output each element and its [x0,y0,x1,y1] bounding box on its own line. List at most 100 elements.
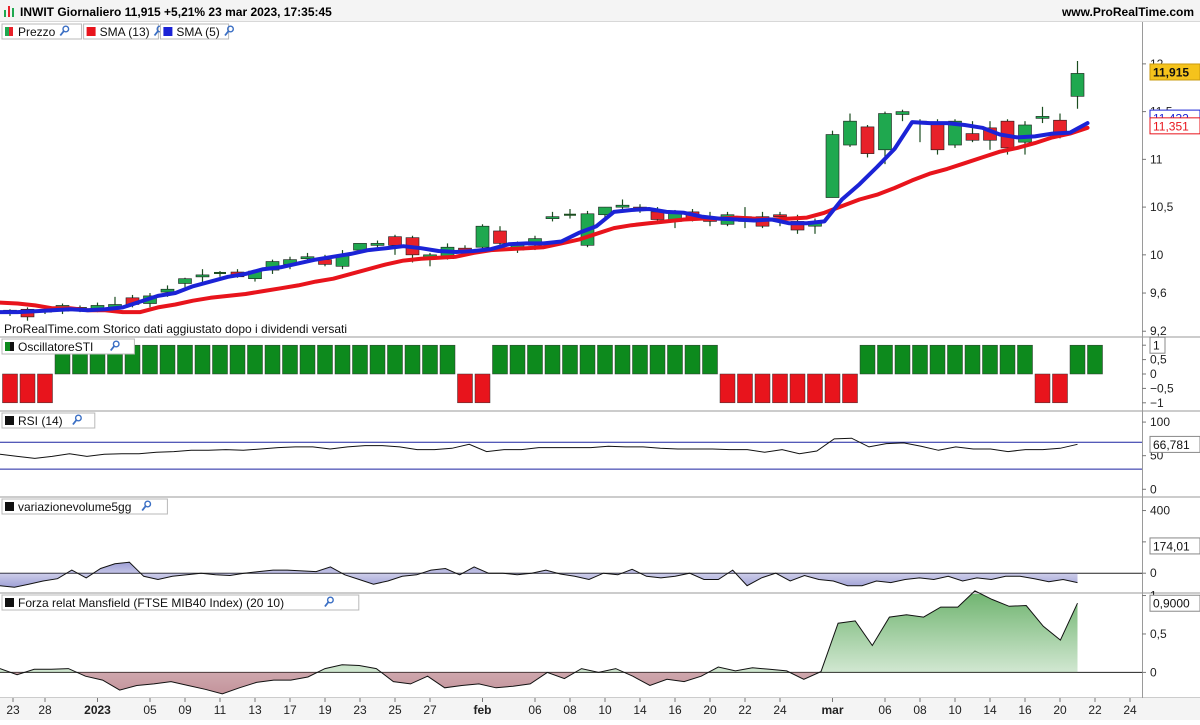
sti-bar[interactable] [387,344,403,375]
legend-item[interactable]: RSI (14) [1,412,96,429]
legend-item[interactable]: Prezzo [1,23,83,40]
chart-canvas: INWIT Giornaliero 11,915 +5,21% 23 mar 2… [0,0,1200,720]
sti-bar[interactable] [334,344,351,375]
x-tick-label: feb [474,703,492,717]
candle[interactable] [825,130,840,198]
legend-label: SMA (13) [100,25,150,39]
sti-bar[interactable] [999,344,1016,375]
sti-bar[interactable] [1069,344,1086,375]
sti-bar[interactable] [702,344,718,375]
y-tick-label: 11 [1150,152,1163,166]
sti-bar[interactable] [912,344,928,375]
sti-bar[interactable] [684,344,701,375]
sti-bar[interactable] [877,344,893,375]
sti-bar[interactable] [492,344,508,375]
sti-bar[interactable] [597,344,613,375]
sti-bar[interactable] [474,373,491,404]
y-tick-label: −1 [1150,396,1164,410]
sti-bar[interactable] [894,344,911,375]
sti-bar[interactable] [632,344,648,375]
sti-bar[interactable] [212,344,228,375]
trading-chart-window: INWIT Giornaliero 11,915 +5,21% 23 mar 2… [0,0,1200,720]
sti-bar[interactable] [789,373,806,404]
sti-bar[interactable] [579,344,596,375]
legend-item[interactable]: variazionevolume5gg [1,498,168,515]
x-tick-label: 22 [738,703,752,717]
value-tag-label: 11,351 [1153,119,1189,133]
x-tick-label: 20 [1053,703,1067,717]
sti-bar[interactable] [509,344,526,375]
sti-bar[interactable] [247,344,263,375]
sti-bar[interactable] [562,344,578,375]
sti-bar[interactable] [929,344,946,375]
sti-bar[interactable] [317,344,333,375]
sti-bar[interactable] [369,344,386,375]
value-tag: 1 [1149,336,1166,354]
sti-bar[interactable] [527,344,543,375]
x-tick-label: 13 [248,703,262,717]
sti-bar[interactable] [614,344,631,375]
sti-bar[interactable] [964,344,981,375]
sti-bar[interactable] [1052,373,1068,404]
y-tick-label: 9,2 [1150,324,1167,338]
y-tick-label: −0,5 [1150,381,1174,395]
sti-bar[interactable] [667,344,683,375]
sti-bar[interactable] [229,344,246,375]
sti-bar[interactable] [19,373,36,404]
x-tick-label: 14 [983,703,997,717]
x-tick-label: 19 [318,703,332,717]
sti-bar[interactable] [299,344,316,375]
x-tick-label: 28 [38,703,52,717]
x-tick-label: 27 [423,703,437,717]
sti-bar[interactable] [859,344,876,375]
legend-color-swatch [163,27,173,36]
sti-bar[interactable] [754,373,771,404]
candle-body [1018,124,1032,143]
candle[interactable] [475,224,490,250]
indicator-icon [5,502,14,511]
legend-label: OscillatoreSTI [18,340,93,354]
sti-bar[interactable] [824,373,841,404]
sti-bar[interactable] [177,344,193,375]
sti-bar[interactable] [649,344,666,375]
sti-bar[interactable] [772,373,788,404]
sti-bar[interactable] [1034,373,1051,404]
chart-title: INWIT Giornaliero 11,915 +5,21% 23 mar 2… [20,5,332,19]
sti-bar[interactable] [1017,344,1033,375]
sti-bar[interactable] [404,344,421,375]
candle-body [773,214,787,218]
sti-bar[interactable] [807,373,823,404]
site-link[interactable]: www.ProRealTime.com [1061,5,1194,19]
candle-body [370,243,385,246]
y-tick-label: 0,5 [1150,353,1167,367]
sti-bar[interactable] [842,373,858,404]
candle-body [615,204,630,208]
sti-bar[interactable] [264,344,281,375]
legend-item[interactable]: OscillatoreSTI [1,338,135,355]
sti-bar[interactable] [1087,344,1103,375]
sti-bar[interactable] [947,344,963,375]
candle-body [860,126,875,154]
candle-body [825,134,840,198]
sti-bar[interactable] [439,344,456,375]
legend-item[interactable]: SMA (5) [159,23,234,40]
sti-bar[interactable] [737,373,753,404]
sti-bar[interactable] [352,344,368,375]
sti-bar[interactable] [282,344,298,375]
sti-bar[interactable] [982,344,998,375]
sti-bar[interactable] [2,373,18,404]
sti-bar[interactable] [719,373,736,404]
sti-bar[interactable] [142,344,158,375]
x-tick-label: 14 [633,703,647,717]
sti-bar[interactable] [37,373,53,404]
sti-bar[interactable] [159,344,176,375]
candle[interactable] [860,124,875,158]
sti-bar[interactable] [457,373,473,404]
legend-label: Prezzo [18,25,56,39]
value-tag: 11,351 [1149,117,1200,135]
sti-bar[interactable] [544,344,561,375]
legend-item[interactable]: SMA (13) [83,23,164,40]
legend-item[interactable]: Forza relat Mansfield (FTSE MIB40 Index)… [1,594,360,611]
sti-bar[interactable] [194,344,211,375]
sti-bar[interactable] [422,344,438,375]
